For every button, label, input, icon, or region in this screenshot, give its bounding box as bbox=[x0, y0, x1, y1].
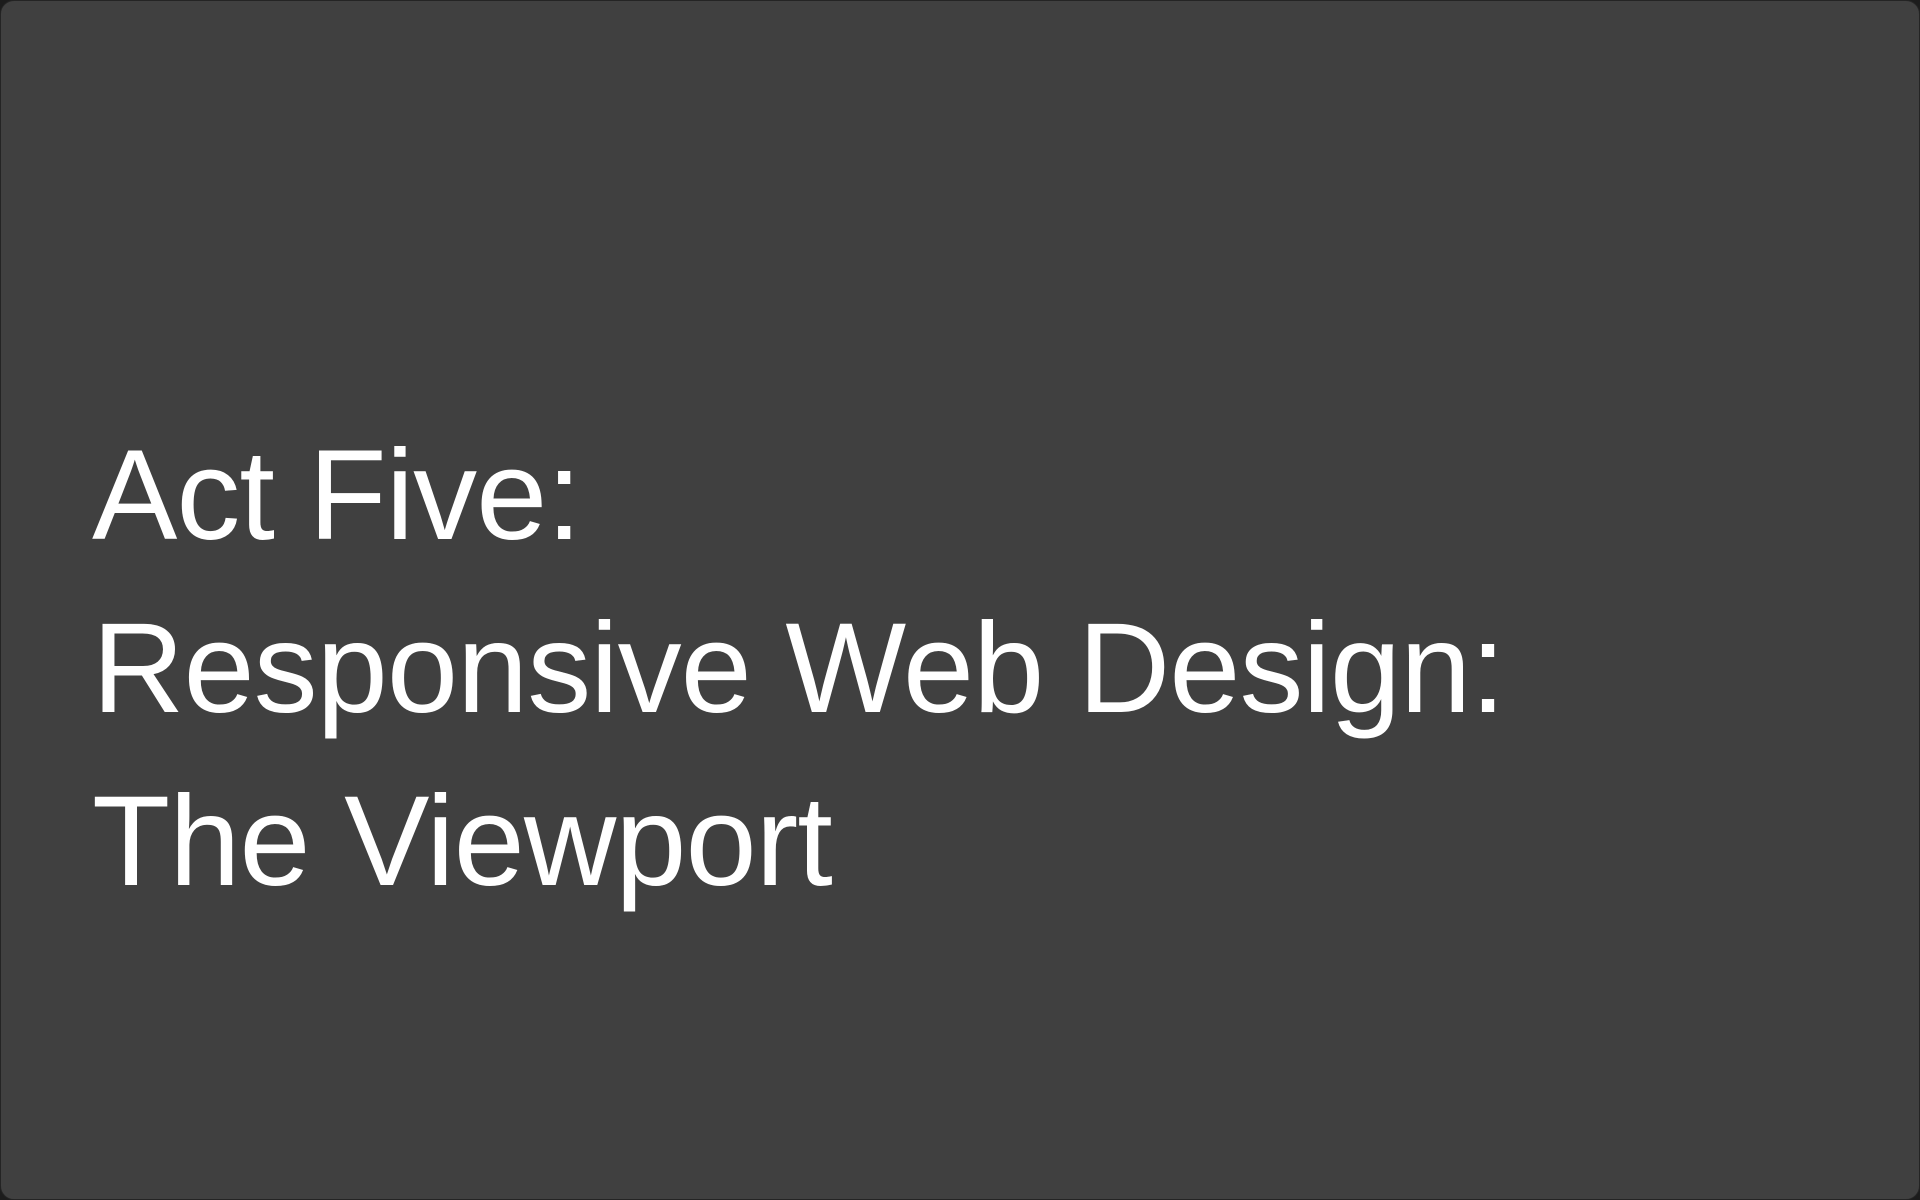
title-line-subtopic: The Viewport bbox=[92, 770, 833, 913]
title-line-topic: Responsive Web Design: bbox=[92, 597, 1506, 740]
slide-title: Act Five: Responsive Web Design: The Vie… bbox=[92, 409, 1852, 928]
title-line-act: Act Five: bbox=[92, 424, 582, 567]
presentation-slide: Act Five: Responsive Web Design: The Vie… bbox=[0, 0, 1920, 1200]
